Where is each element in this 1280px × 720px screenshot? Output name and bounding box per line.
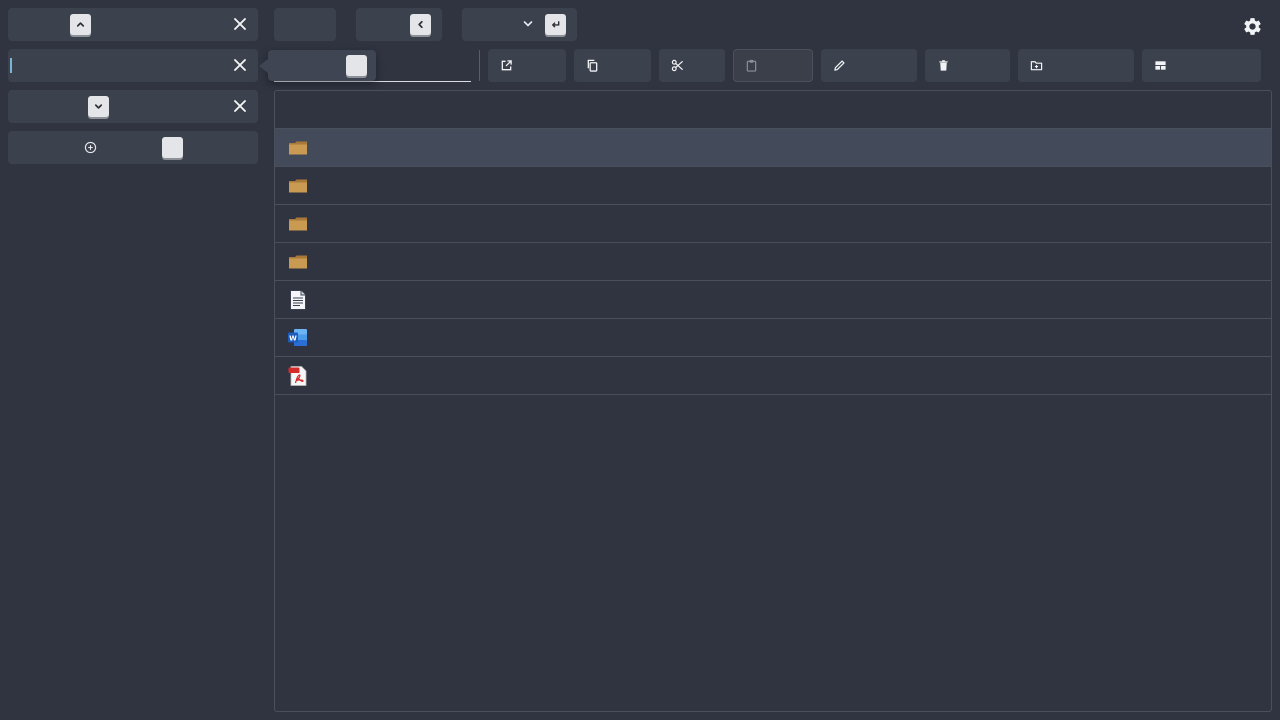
file-row-folder-1[interactable] (275, 129, 1271, 167)
chevron-up-icon (70, 14, 91, 35)
key-hint-icon (162, 137, 183, 158)
key-hint-icon (346, 55, 367, 76)
file-row-folder-3[interactable] (275, 205, 1271, 243)
location-dropdown[interactable] (462, 8, 577, 41)
open-button[interactable] (488, 49, 566, 82)
chevron-left-icon (410, 14, 431, 35)
folder-icon (289, 179, 307, 193)
folder-icon (289, 141, 307, 155)
plus-circle-icon (84, 141, 97, 154)
tab-item-3[interactable] (8, 90, 258, 123)
copy-icon (587, 59, 598, 72)
file-row-pdf-document[interactable] (275, 357, 1271, 395)
file-row-word-document[interactable]: W (275, 319, 1271, 357)
back-button[interactable] (356, 8, 442, 41)
file-row-folder-2[interactable] (275, 167, 1271, 205)
trash-icon (939, 60, 948, 71)
word-document-icon: W (288, 329, 307, 346)
chevron-down-icon (88, 96, 109, 117)
layout-button[interactable] (1142, 49, 1261, 82)
svg-text:W: W (289, 335, 297, 343)
close-icon[interactable] (232, 57, 248, 73)
path-hint-popup (259, 50, 376, 81)
pdf-document-icon (288, 366, 307, 386)
file-row-folder-4[interactable] (275, 243, 1271, 281)
close-icon[interactable] (232, 98, 248, 114)
tab-item-2-active[interactable] (8, 49, 258, 82)
delete-button[interactable] (925, 49, 1010, 82)
folder-plus-icon (1030, 61, 1043, 71)
focus-indicator (10, 58, 12, 73)
copy-button[interactable] (574, 49, 651, 82)
file-list-header (275, 91, 1271, 129)
gear-icon[interactable] (1242, 16, 1263, 37)
layout-icon (1155, 61, 1166, 70)
new-folder-button[interactable] (1018, 49, 1134, 82)
enter-icon (545, 14, 566, 35)
toolbar-divider (479, 50, 480, 81)
scissors-icon (671, 59, 684, 72)
pencil-icon (834, 60, 845, 71)
text-document-icon (290, 290, 306, 310)
chevron-down-icon (523, 21, 533, 27)
close-icon[interactable] (232, 16, 248, 32)
cut-button[interactable] (659, 49, 725, 82)
paste-button[interactable] (733, 49, 813, 82)
external-link-icon (501, 60, 512, 71)
add-tab-button[interactable] (8, 131, 258, 164)
file-list[interactable]: W (274, 90, 1272, 712)
nav-button[interactable] (274, 8, 336, 41)
rename-button[interactable] (821, 49, 917, 82)
folder-icon (289, 217, 307, 231)
file-row-text-document[interactable] (275, 281, 1271, 319)
clipboard-icon (746, 59, 757, 72)
tab-item-1[interactable] (8, 8, 258, 41)
folder-icon (289, 255, 307, 269)
